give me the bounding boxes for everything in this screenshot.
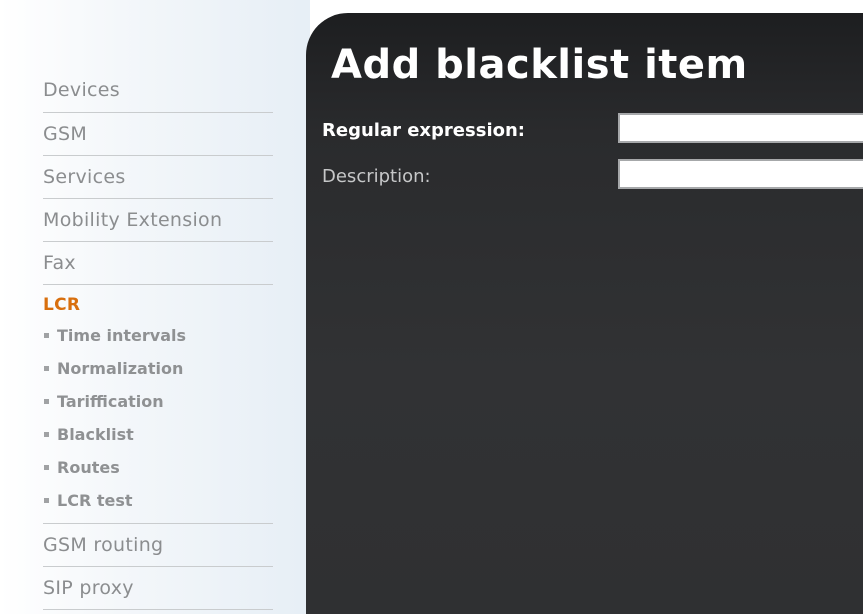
square-bullet-icon	[44, 497, 49, 503]
sidebar-item-devices[interactable]: Devices	[43, 68, 273, 113]
regex-input[interactable]	[618, 113, 863, 143]
subnav-item-label: Tariffication	[57, 392, 164, 411]
sidebar: Devices GSM Services Mobility Extension …	[0, 0, 310, 614]
description-label: Description:	[322, 166, 431, 187]
sidebar-item-gsm[interactable]: GSM	[43, 113, 273, 156]
square-bullet-icon	[44, 464, 49, 470]
sidebar-item-sip-proxy[interactable]: SIP proxy	[43, 567, 273, 610]
subnav-item-lcr-test[interactable]: LCR test	[43, 484, 273, 517]
subnav-item-label: Blacklist	[57, 425, 134, 444]
square-bullet-icon	[44, 431, 49, 437]
regex-label: Regular expression:	[322, 120, 525, 141]
subnav-item-time-intervals[interactable]: Time intervals	[43, 319, 273, 352]
sidebar-item-label: LCR	[43, 295, 81, 315]
sidebar-item-label: Mobility Extension	[43, 209, 223, 231]
sidebar-item-gsm-routing[interactable]: GSM routing	[43, 524, 273, 567]
main-panel	[306, 13, 863, 614]
subnav-item-label: Normalization	[57, 359, 184, 378]
lcr-subnav: Time intervals Normalization Tarifficati…	[43, 319, 273, 524]
sidebar-item-services[interactable]: Services	[43, 156, 273, 199]
subnav-item-routes[interactable]: Routes	[43, 451, 273, 484]
page-title: Add blacklist item	[331, 42, 748, 88]
subnav-item-normalization[interactable]: Normalization	[43, 352, 273, 385]
sidebar-item-label: Services	[43, 166, 126, 188]
square-bullet-icon	[44, 332, 49, 338]
sidebar-item-label: Fax	[43, 252, 76, 274]
sidebar-nav: Devices GSM Services Mobility Extension …	[43, 68, 273, 610]
sidebar-item-mobility-extension[interactable]: Mobility Extension	[43, 199, 273, 242]
lcr-subnav-container: Time intervals Normalization Tarifficati…	[43, 319, 273, 524]
description-input[interactable]	[618, 159, 863, 189]
sidebar-item-label: GSM routing	[43, 534, 164, 556]
subnav-item-label: Time intervals	[57, 326, 186, 345]
subnav-item-label: LCR test	[57, 491, 133, 510]
sidebar-item-label: GSM	[43, 123, 88, 145]
subnav-item-tariffication[interactable]: Tariffication	[43, 385, 273, 418]
page: Devices GSM Services Mobility Extension …	[0, 0, 863, 614]
subnav-item-blacklist[interactable]: Blacklist	[43, 418, 273, 451]
sidebar-item-fax[interactable]: Fax	[43, 242, 273, 285]
square-bullet-icon	[44, 365, 49, 371]
square-bullet-icon	[44, 398, 49, 404]
subnav-item-label: Routes	[57, 458, 120, 477]
description-row: Description:	[322, 164, 431, 190]
sidebar-item-label: Devices	[43, 79, 120, 101]
regex-row: Regular expression:	[322, 118, 525, 144]
sidebar-item-label: SIP proxy	[43, 577, 134, 599]
